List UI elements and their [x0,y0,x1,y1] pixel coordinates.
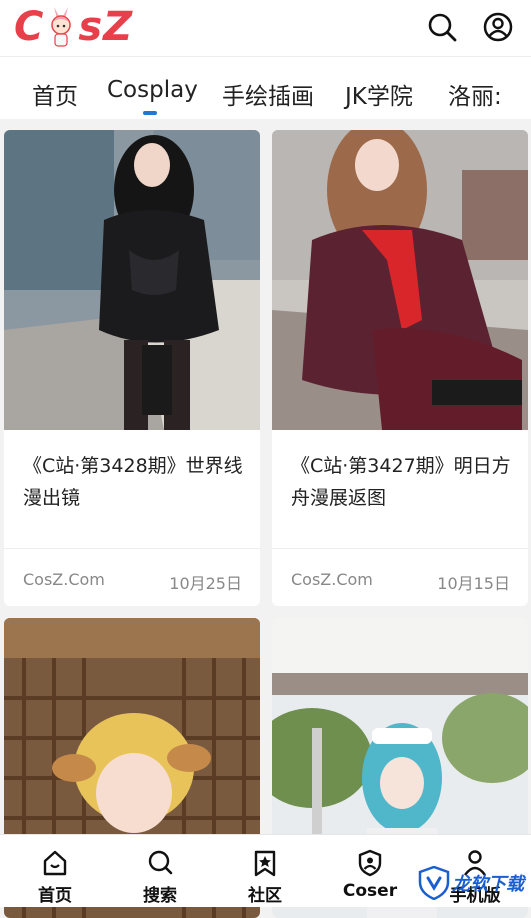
nav-coser[interactable]: Coser [317,835,423,907]
user-circle-icon[interactable] [483,12,513,42]
shield-logo-icon [418,866,450,900]
nav-community[interactable]: 社区 [212,835,318,907]
app-header: C sZ [0,0,531,57]
search-icon[interactable] [427,12,457,42]
post-thumbnail [272,130,528,430]
cosz-logo[interactable]: C sZ [14,2,133,52]
site-watermark: 龙软下载 [418,866,528,902]
tab-lolita[interactable]: 洛丽: [448,77,502,111]
post-card[interactable]: 《C站·第3428期》世界线漫出镜 CosZ.Com 10月25日 [4,130,260,606]
post-date: 10月25日 [169,574,242,593]
logo-text-left: C [14,4,45,50]
post-title[interactable]: 《C站·第3427期》明日方舟漫展返图 [291,450,512,514]
tab-jk[interactable]: JK学院 [345,77,413,111]
mascot-icon [46,5,76,49]
category-tab-bar: 首页 Cosplay 手绘插画 JK学院 洛丽: [0,57,531,119]
post-thumbnail [4,130,260,430]
post-site: CosZ.Com [23,570,105,589]
logo-text-right: sZ [78,4,134,50]
nav-home-label: 首页 [38,886,72,906]
nav-search[interactable]: 搜索 [107,835,213,907]
post-date: 10月15日 [437,574,510,593]
watermark-text: 龙软下载 [452,874,524,895]
nav-search-label: 搜索 [143,886,177,906]
bookmark-star-icon [254,850,276,877]
nav-community-label: 社区 [248,886,282,906]
tab-hand-drawn[interactable]: 手绘插画 [222,77,314,111]
search-icon [148,850,173,875]
post-site: CosZ.Com [291,570,373,589]
shield-user-icon [358,849,382,877]
tab-cosplay[interactable]: Cosplay [107,77,198,103]
home-icon [43,850,67,876]
post-card[interactable]: 《C站·第3427期》明日方舟漫展返图 CosZ.Com 10月15日 [272,130,528,606]
post-title[interactable]: 《C站·第3428期》世界线漫出镜 [23,450,244,514]
nav-coser-label: Coser [342,881,398,901]
nav-home[interactable]: 首页 [2,835,108,907]
active-tab-indicator [143,111,157,115]
card-divider [272,548,528,549]
card-divider [4,548,260,549]
tab-home[interactable]: 首页 [32,77,78,111]
